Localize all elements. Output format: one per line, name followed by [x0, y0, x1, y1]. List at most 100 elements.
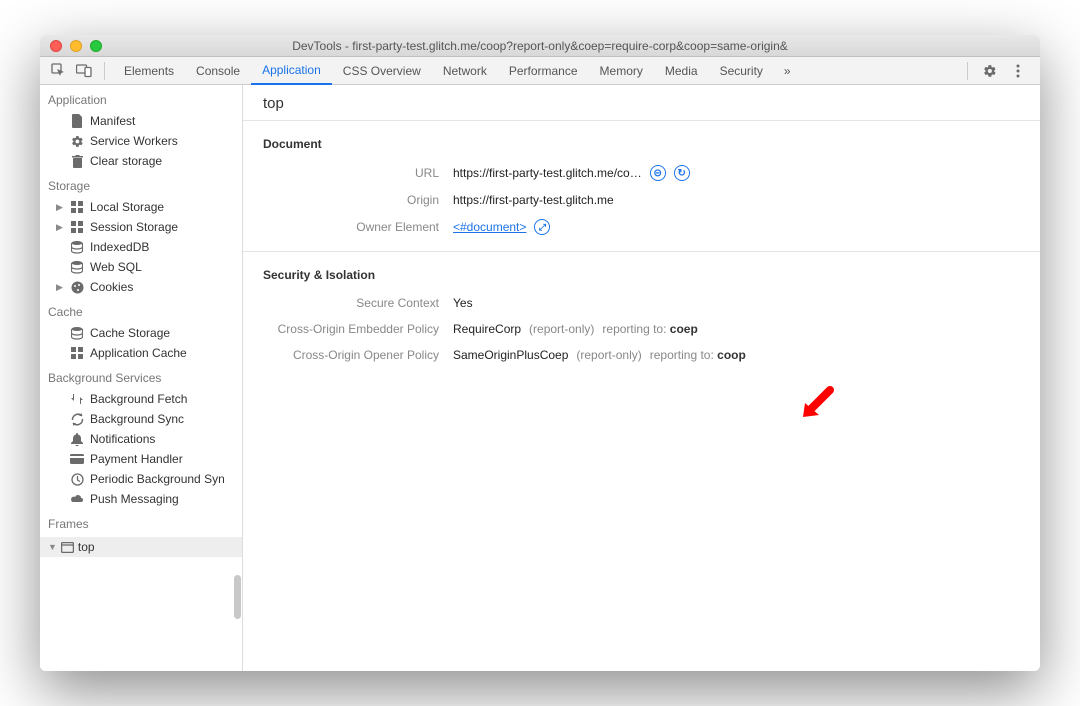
sidebar-item-cache-storage[interactable]: Cache Storage	[40, 323, 242, 343]
card-icon	[70, 452, 84, 466]
label: Web SQL	[90, 260, 142, 274]
grid-icon	[70, 220, 84, 234]
origin-label: Origin	[243, 193, 453, 207]
chevron-right-icon: ▶	[56, 222, 64, 233]
clock-icon	[70, 472, 84, 486]
section-application: Application	[40, 85, 242, 111]
sidebar-item-push[interactable]: Push Messaging	[40, 489, 242, 509]
sidebar-item-session-storage[interactable]: ▶Session Storage	[40, 217, 242, 237]
secure-label: Secure Context	[243, 296, 453, 310]
sidebar-item-bg-sync[interactable]: Background Sync	[40, 409, 242, 429]
sidebar-item-service-workers[interactable]: Service Workers	[40, 131, 242, 151]
tab-css-overview[interactable]: CSS Overview	[332, 57, 432, 85]
section-frames: Frames	[40, 509, 242, 535]
more-tabs-icon[interactable]: »	[774, 57, 801, 85]
chevron-down-icon: ▼	[48, 542, 57, 552]
database-icon	[70, 326, 84, 340]
close-icon[interactable]	[50, 40, 62, 52]
tab-network[interactable]: Network	[432, 57, 498, 85]
cloud-icon	[70, 492, 84, 506]
label: Background Sync	[90, 412, 184, 426]
label: Payment Handler	[90, 452, 183, 466]
reveal-element-icon[interactable]: ⤢	[534, 219, 550, 235]
cookie-icon	[70, 280, 84, 294]
frame-icon	[61, 542, 74, 553]
settings-icon[interactable]	[978, 60, 1002, 82]
coep-report: reporting to: coep	[602, 322, 697, 336]
sidebar-item-indexeddb[interactable]: IndexedDB	[40, 237, 242, 257]
sidebar-item-local-storage[interactable]: ▶Local Storage	[40, 197, 242, 217]
minimize-icon[interactable]	[70, 40, 82, 52]
label: Application Cache	[90, 346, 187, 360]
coep-mode: (report-only)	[529, 322, 594, 336]
tab-memory[interactable]: Memory	[589, 57, 654, 85]
sidebar-item-bg-fetch[interactable]: Background Fetch	[40, 389, 242, 409]
separator	[967, 62, 968, 80]
inspect-element-icon[interactable]	[46, 60, 70, 82]
copy-url-icon[interactable]: ⊝	[650, 165, 666, 181]
titlebar: DevTools - first-party-test.glitch.me/co…	[40, 35, 1040, 57]
url-label: URL	[243, 166, 453, 180]
tab-performance[interactable]: Performance	[498, 57, 589, 85]
open-url-icon[interactable]: ↻	[674, 165, 690, 181]
transfer-icon	[70, 392, 84, 406]
scrollbar-thumb[interactable]	[234, 575, 241, 619]
separator	[104, 62, 105, 80]
coop-value: SameOriginPlusCoep	[453, 348, 568, 362]
tab-console[interactable]: Console	[185, 57, 251, 85]
row-secure: Secure Context Yes	[243, 290, 1040, 316]
panel-tabs: Elements Console Application CSS Overvie…	[113, 57, 959, 85]
section-cache: Cache	[40, 297, 242, 323]
tab-security[interactable]: Security	[709, 57, 774, 85]
label: Push Messaging	[90, 492, 179, 506]
sidebar-item-payment[interactable]: Payment Handler	[40, 449, 242, 469]
row-owner: Owner Element <#document> ⤢	[243, 213, 1040, 241]
doc-section-header: Document	[243, 121, 1040, 159]
sidebar-item-frame-top[interactable]: ▼ top	[40, 537, 242, 557]
sidebar-item-clear-storage[interactable]: Clear storage	[40, 151, 242, 171]
section-background: Background Services	[40, 363, 242, 389]
label: IndexedDB	[90, 240, 149, 254]
label: top	[78, 540, 95, 554]
label: Periodic Background Syn	[90, 472, 225, 486]
sidebar-item-cookies[interactable]: ▶Cookies	[40, 277, 242, 297]
row-url: URL https://first-party-test.glitch.me/c…	[243, 159, 1040, 187]
grid-icon	[70, 200, 84, 214]
row-coop: Cross-Origin Opener Policy SameOriginPlu…	[243, 342, 1040, 368]
label: Background Fetch	[90, 392, 187, 406]
gear-icon	[70, 134, 84, 148]
trash-icon	[70, 154, 84, 168]
section-storage: Storage	[40, 171, 242, 197]
owner-label: Owner Element	[243, 220, 453, 234]
traffic-lights	[40, 40, 102, 52]
row-coep: Cross-Origin Embedder Policy RequireCorp…	[243, 316, 1040, 342]
sidebar-item-notifications[interactable]: Notifications	[40, 429, 242, 449]
frame-title: top	[243, 85, 1040, 121]
tab-elements[interactable]: Elements	[113, 57, 185, 85]
sidebar-item-manifest[interactable]: Manifest	[40, 111, 242, 131]
sidebar-item-periodic-sync[interactable]: Periodic Background Syn	[40, 469, 242, 489]
label: Clear storage	[90, 154, 162, 168]
label: Notifications	[90, 432, 155, 446]
owner-link[interactable]: <#document>	[453, 220, 526, 234]
more-options-icon[interactable]	[1006, 60, 1030, 82]
bell-icon	[70, 432, 84, 446]
maximize-icon[interactable]	[90, 40, 102, 52]
devtools-window: DevTools - first-party-test.glitch.me/co…	[40, 35, 1040, 671]
manifest-icon	[70, 114, 84, 128]
sidebar-item-websql[interactable]: Web SQL	[40, 257, 242, 277]
label: Service Workers	[90, 134, 178, 148]
sidebar-item-application-cache[interactable]: Application Cache	[40, 343, 242, 363]
tab-media[interactable]: Media	[654, 57, 709, 85]
database-icon	[70, 240, 84, 254]
device-toggle-icon[interactable]	[72, 60, 96, 82]
grid-icon	[70, 346, 84, 360]
tab-application[interactable]: Application	[251, 57, 332, 85]
url-value: https://first-party-test.glitch.me/co…	[453, 166, 642, 180]
secure-value: Yes	[453, 296, 473, 310]
label: Cache Storage	[90, 326, 170, 340]
coep-label: Cross-Origin Embedder Policy	[243, 322, 453, 336]
label: Manifest	[90, 114, 135, 128]
annotation-arrow-icon	[797, 385, 837, 425]
database-icon	[70, 260, 84, 274]
